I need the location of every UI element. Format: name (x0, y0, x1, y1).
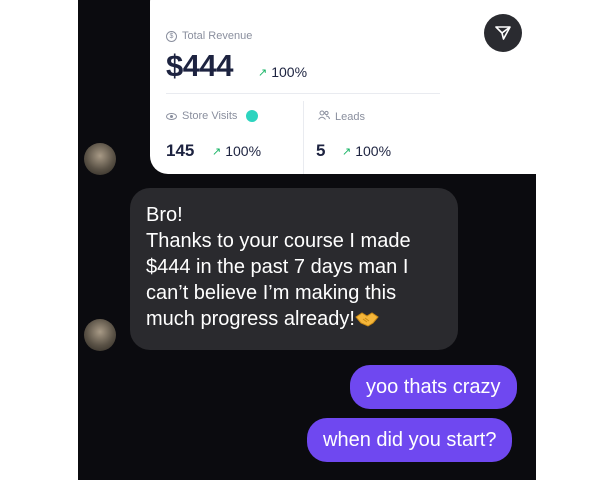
card-divider (166, 93, 440, 94)
total-revenue-change: ↗ 100% (258, 64, 307, 80)
store-visits-label-text: Store Visits (182, 110, 238, 122)
people-icon (318, 110, 330, 123)
message-line: much progress already! (146, 308, 355, 330)
avatar[interactable] (84, 319, 116, 351)
store-visits-change-text: 100% (225, 143, 262, 159)
message-line: Bro! (146, 204, 183, 226)
message-line-last: much progress already! (146, 306, 442, 332)
trend-up-icon: ↗ (258, 66, 268, 79)
leads-label-text: Leads (335, 110, 365, 123)
share-icon (495, 26, 511, 40)
total-revenue-label-text: Total Revenue (182, 30, 253, 42)
message-line: Thanks to your course I made (146, 230, 411, 252)
outgoing-message-bubble[interactable]: yoo thats crazy (350, 365, 517, 409)
message-line: can’t believe I’m making this (146, 282, 397, 304)
avatar[interactable] (84, 143, 116, 175)
leads-change: ↗ 100% (342, 143, 391, 159)
leads-change-text: 100% (355, 143, 392, 159)
incoming-message-bubble[interactable]: Bro! Thanks to your course I made $444 i… (130, 188, 458, 350)
leads-label: Leads (318, 110, 365, 123)
card-column-divider (303, 101, 304, 174)
share-button[interactable] (484, 14, 522, 52)
handshake-icon (355, 308, 379, 327)
store-visits-label: Store Visits (166, 110, 259, 122)
total-revenue-change-text: 100% (271, 64, 308, 80)
live-status-dot (246, 110, 259, 122)
message-line: $444 in the past 7 days man I (146, 256, 409, 278)
trend-up-icon: ↗ (342, 145, 352, 158)
chat-thread: $ Total Revenue $444 ↗ 100% Store Visits… (78, 0, 536, 480)
total-revenue-value: $444 (166, 48, 233, 83)
leads-value: 5 (316, 141, 326, 160)
store-visits-change: ↗ 100% (212, 143, 261, 159)
eye-icon (166, 112, 177, 120)
outgoing-message-bubble[interactable]: when did you start? (307, 418, 513, 462)
dollar-icon: $ (166, 30, 177, 42)
trend-up-icon: ↗ (212, 145, 222, 158)
total-revenue-label: $ Total Revenue (166, 30, 252, 42)
store-visits-value: 145 (166, 141, 195, 160)
